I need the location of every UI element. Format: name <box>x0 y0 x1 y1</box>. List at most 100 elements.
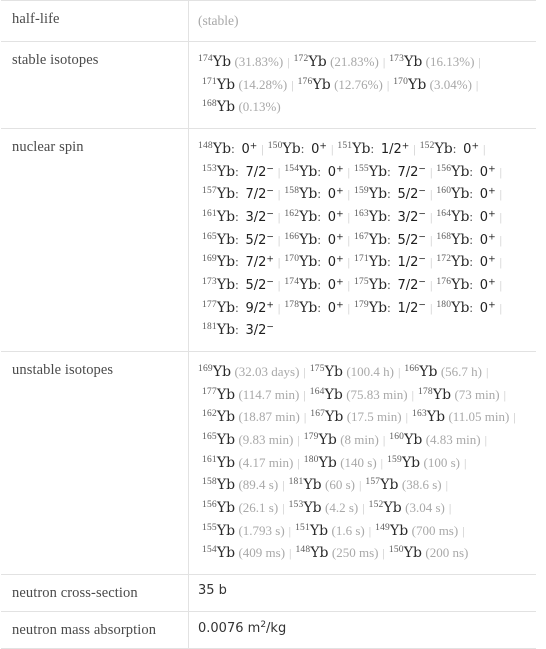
isotope-half-life: (11.05 min) <box>448 409 510 425</box>
isotope-colon: : <box>387 163 391 179</box>
isotope-colon: : <box>317 208 322 224</box>
nuclear-spin-value: 3/2− <box>397 209 426 225</box>
isotope-label: 180Yb <box>304 455 337 471</box>
isotope-colon: : <box>469 163 474 179</box>
isotope-label: 174Yb <box>198 54 231 70</box>
isotope-mass-number: 166 <box>284 231 300 242</box>
isotope-half-life: (9.83 min) <box>238 431 294 447</box>
isotope-mass-number: 149 <box>375 522 391 533</box>
isotope-mass-number: 170 <box>284 254 300 265</box>
isotope-label: 159Yb <box>387 455 420 471</box>
isotope-element-symbol: Yb <box>368 254 388 271</box>
isotope-label: 154Yb: <box>284 164 321 180</box>
list-separator: | <box>279 478 288 493</box>
isotope-label: 178Yb <box>418 387 451 403</box>
isotope-colon: : <box>469 254 474 270</box>
isotope-label: 155Yb: <box>354 163 391 180</box>
list-separator: | <box>394 364 404 379</box>
isotope-element-symbol: Yb <box>383 499 402 516</box>
isotope-element-symbol: Yb <box>216 99 236 116</box>
list-separator: | <box>344 255 354 270</box>
isotope-element-symbol: Yb <box>324 386 343 403</box>
isotope-label: 169Yb <box>198 364 231 380</box>
isotope-half-life: (700 ms) <box>411 522 459 538</box>
parity-sign: − <box>418 277 426 288</box>
isotope-mass-number: 161 <box>202 208 217 219</box>
parity-sign: − <box>418 254 426 265</box>
isotope-mass-number: 155 <box>354 163 369 174</box>
table-row: neutron cross-section 35 b <box>0 574 536 612</box>
nuclear-spin-value: 0+ <box>479 300 496 316</box>
isotope-element-symbol: Yb <box>368 186 388 203</box>
nuclear-spin-value: 3/2− <box>245 209 274 225</box>
isotope-abundance: (21.83%) <box>330 53 379 69</box>
isotope-abundance: (31.83%) <box>234 53 284 69</box>
row-value-nuclear-spin: 148Yb: 0+ | 150Yb: 0+ | 151Yb: 1/2+ | 15… <box>189 128 537 351</box>
parity-sign: − <box>418 300 426 311</box>
isotope-element-symbol: Yb <box>216 454 236 471</box>
list-separator: | <box>288 77 297 92</box>
isotope-half-life: (75.83 min) <box>346 386 408 402</box>
parity-sign: + <box>488 277 496 288</box>
row-value-neutron-mass-absorption: 0.0076 m2/kg <box>189 612 537 649</box>
isotope-mass-number: 181 <box>202 322 217 333</box>
isotope-colon: : <box>235 208 239 224</box>
isotope-colon: : <box>452 140 457 156</box>
isotope-colon: : <box>317 254 322 270</box>
isotope-half-life: (32.03 days) <box>234 363 300 379</box>
nuclear-spin-list: 148Yb: 0+ | 150Yb: 0+ | 151Yb: 1/2+ | 15… <box>198 138 528 342</box>
isotope-element-symbol: Yb <box>368 299 388 316</box>
list-separator: | <box>344 232 354 247</box>
isotope-label: 176Yb: <box>436 276 474 293</box>
nuclear-spin-value: 0+ <box>327 164 344 180</box>
isotope-mass-number: 165 <box>202 231 217 242</box>
isotope-mass-number: 164 <box>436 208 452 219</box>
isotope-mass-number: 168 <box>436 231 452 242</box>
isotope-label: 158Yb: <box>284 186 321 202</box>
table-row: half-life (stable) <box>0 0 536 42</box>
list-separator: | <box>274 187 284 202</box>
neutron-mass-absorption-number: 0.0076 <box>198 621 244 637</box>
list-separator: | <box>286 546 295 561</box>
isotope-element-symbol: Yb <box>216 208 236 225</box>
nuclear-spin-value: 0+ <box>479 186 496 203</box>
isotope-mass-number: 179 <box>354 299 369 310</box>
list-separator: | <box>279 500 288 515</box>
isotope-colon: : <box>469 276 474 292</box>
isotope-mass-number: 176 <box>436 276 452 287</box>
stable-isotope-list: 174Yb (31.83%) | 172Yb (21.83%) | 173Yb … <box>198 51 528 119</box>
isotope-label: 168Yb: <box>436 231 473 248</box>
isotope-element-symbol: Yb <box>216 186 236 203</box>
isotope-element-symbol: Yb <box>451 186 470 203</box>
isotope-mass-number: 148 <box>295 545 311 556</box>
list-separator: | <box>344 164 354 179</box>
isotope-element-symbol: Yb <box>299 208 318 225</box>
isotope-element-symbol: Yb <box>216 386 236 403</box>
isotope-label: 168Yb <box>202 99 236 116</box>
list-separator: | <box>274 164 284 179</box>
list-separator: | <box>377 455 387 470</box>
isotope-mass-number: 148 <box>198 140 213 151</box>
isotope-element-symbol: Yb <box>390 522 409 539</box>
isotope-label: 166Yb: <box>284 231 321 248</box>
isotope-element-symbol: Yb <box>368 231 388 248</box>
isotope-label: 158Yb <box>202 477 235 493</box>
isotope-half-life: (4.17 min) <box>238 454 294 470</box>
isotope-mass-number: 172 <box>436 254 452 265</box>
nuclear-spin-value: 3/2− <box>245 322 274 339</box>
isotope-abundance: (14.28%) <box>238 76 288 92</box>
isotope-mass-number: 162 <box>284 208 300 219</box>
isotope-mass-number: 169 <box>202 254 217 265</box>
list-separator: | <box>426 164 436 179</box>
isotope-colon: : <box>235 231 239 247</box>
isotope-label: 154Yb <box>202 545 235 561</box>
isotope-label: 150Yb: <box>268 141 305 157</box>
nuclear-spin-value: 0+ <box>311 141 327 157</box>
isotope-colon: : <box>387 299 391 315</box>
isotope-half-life: (18.87 min) <box>238 409 300 425</box>
table-row: unstable isotopes 169Yb (32.03 days) | 1… <box>0 351 536 575</box>
list-separator: | <box>402 410 411 425</box>
parity-sign: + <box>336 232 344 243</box>
list-separator: | <box>274 277 284 292</box>
isotope-label: 160Yb <box>389 432 422 448</box>
